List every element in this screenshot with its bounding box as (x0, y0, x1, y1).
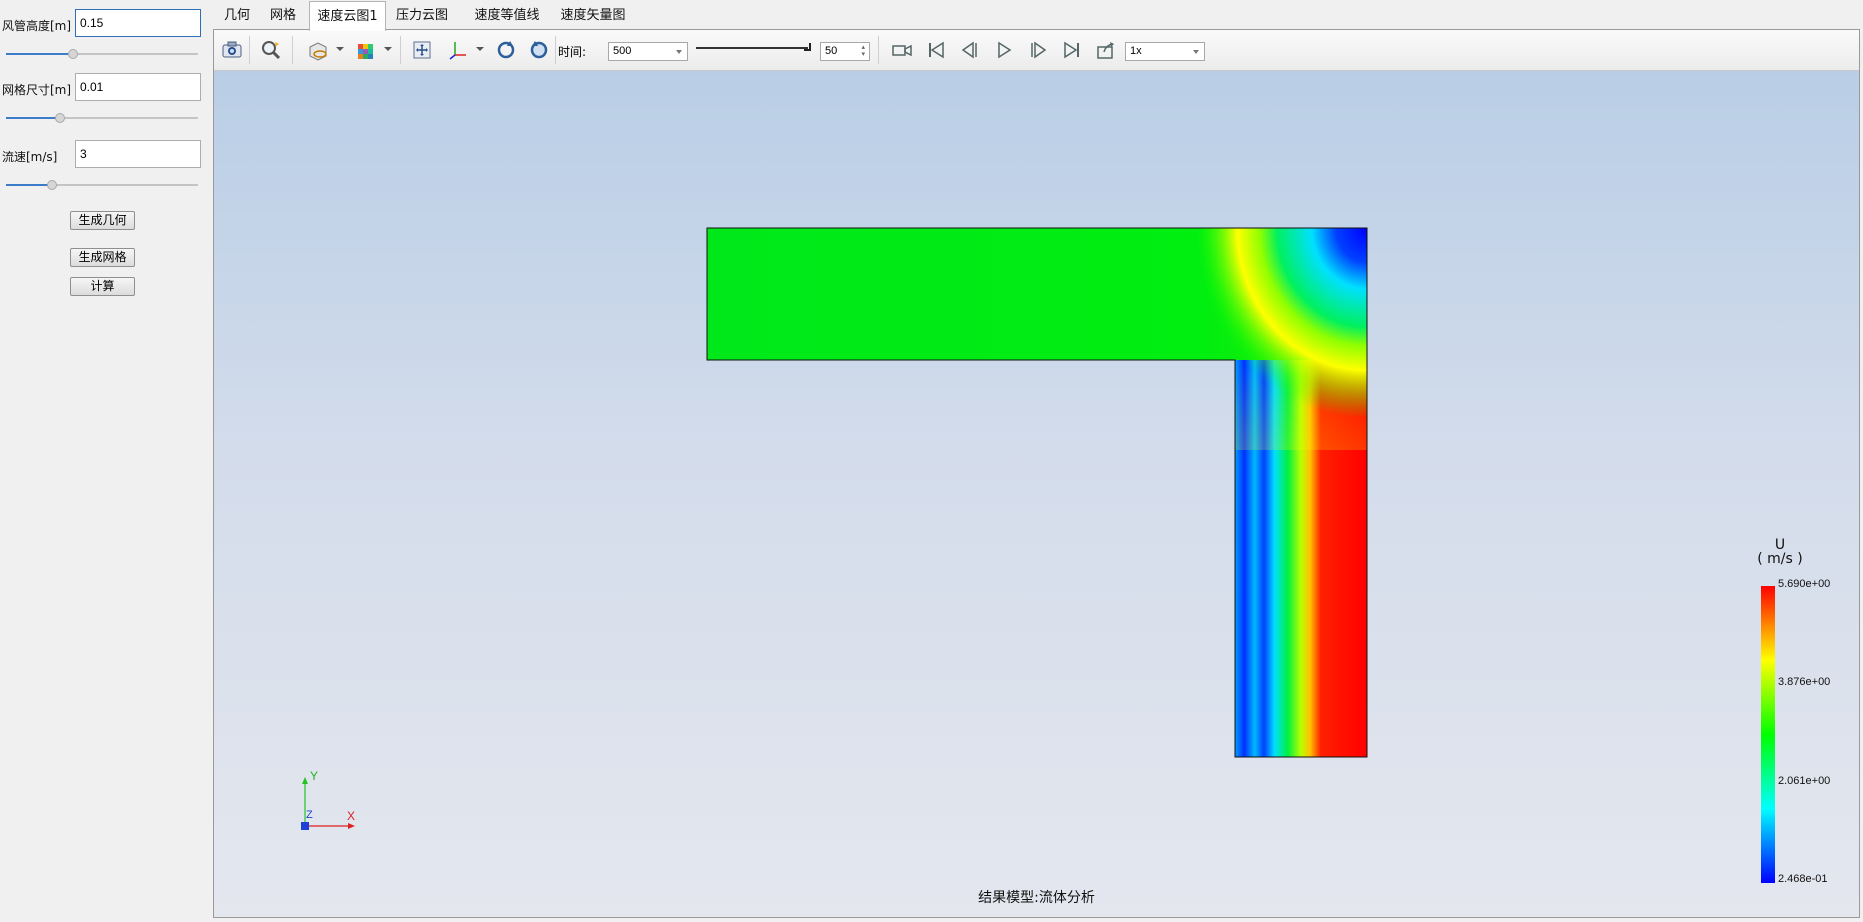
chevron-down-icon[interactable] (476, 47, 484, 51)
slider-thumb[interactable] (68, 49, 79, 59)
compute-button[interactable]: 计算 (70, 277, 135, 296)
frame-spinbox[interactable]: 50 ▴ ▾ (820, 42, 870, 61)
frame-value: 50 (825, 45, 838, 57)
time-slider-handle[interactable] (804, 43, 811, 51)
zoom-icon[interactable] (259, 39, 283, 61)
legend-tick: 3.876e+00 (1778, 676, 1831, 688)
mesh-size-label: 网格尺寸[m] (2, 83, 72, 97)
record-icon[interactable] (890, 39, 914, 61)
generate-geometry-button[interactable]: 生成几何 (70, 211, 135, 230)
toolbar: 时间: 500 50 ▴ ▾ 1x (214, 30, 1859, 71)
generate-mesh-button[interactable]: 生成网格 (70, 248, 135, 267)
time-slider[interactable] (696, 47, 808, 49)
velocity-slider[interactable] (6, 179, 198, 191)
last-frame-icon[interactable] (1060, 39, 1084, 61)
legend-unit: ( m/s ) (1757, 551, 1803, 567)
axis-y-label: Y (310, 769, 318, 783)
axis-x-label: X (347, 809, 355, 823)
velocity-label: 流速[m/s] (2, 150, 58, 164)
time-label: 时间: (558, 45, 587, 59)
export-icon[interactable] (1094, 39, 1118, 61)
display-mode-icon[interactable] (306, 39, 330, 61)
prev-frame-icon[interactable] (958, 39, 982, 61)
result-viewport[interactable]: Y Z X U ( m/s ) 5.690e+00 3.876e+00 2.06… (214, 71, 1859, 917)
color-cube-icon[interactable] (354, 39, 378, 61)
time-value: 500 (613, 45, 632, 57)
result-model-status: 结果模型:流体分析 (978, 890, 1095, 906)
first-frame-icon[interactable] (924, 39, 948, 61)
duct-height-input[interactable]: 0.15 (75, 9, 201, 37)
legend-title: U ( m/s ) (1753, 537, 1807, 567)
chevron-down-icon[interactable] (384, 47, 392, 51)
fit-view-icon[interactable] (410, 39, 434, 61)
rotate-ccw-icon[interactable] (494, 39, 518, 61)
axes-view-icon[interactable] (446, 39, 470, 61)
tab-pressure-contour[interactable]: 压力云图 (387, 3, 457, 29)
play-icon[interactable] (992, 39, 1016, 61)
legend-tick-min: 2.468e-01 (1778, 873, 1828, 885)
next-frame-icon[interactable] (1026, 39, 1050, 61)
duct-height-slider[interactable] (6, 48, 198, 60)
tab-velocity-contour[interactable]: 速度云图1 (309, 1, 386, 31)
time-select[interactable]: 500 (608, 42, 688, 61)
tab-mesh[interactable]: 网格 (261, 3, 305, 29)
duct-domain (707, 228, 1367, 757)
velocity-input[interactable]: 3 (75, 140, 201, 168)
mesh-size-input[interactable]: 0.01 (75, 73, 201, 101)
speed-select[interactable]: 1x (1125, 42, 1205, 61)
tab-velocity-vector[interactable]: 速度矢量图 (551, 3, 635, 29)
axis-z-label: Z (306, 809, 313, 821)
tab-velocity-isoline[interactable]: 速度等值线 (465, 3, 549, 29)
rotate-cw-icon[interactable] (527, 39, 551, 61)
velocity-contour-plot: Y Z X (301, 227, 1775, 883)
parameter-panel: 风管高度[m] 0.15 网格尺寸[m] 0.01 流速[m/s] 3 生成几何… (0, 0, 210, 922)
legend-tick: 2.061e+00 (1778, 775, 1831, 787)
speed-value: 1x (1130, 45, 1142, 57)
camera-icon[interactable] (220, 39, 244, 61)
legend-colorbar (1761, 586, 1775, 883)
legend-tick-max: 5.690e+00 (1778, 578, 1831, 590)
chevron-down-icon[interactable] (336, 47, 344, 51)
slider-thumb[interactable] (54, 113, 65, 123)
tab-geometry[interactable]: 几何 (215, 3, 259, 29)
slider-thumb[interactable] (47, 180, 58, 190)
duct-height-label: 风管高度[m] (2, 19, 72, 33)
mesh-size-slider[interactable] (6, 112, 198, 124)
